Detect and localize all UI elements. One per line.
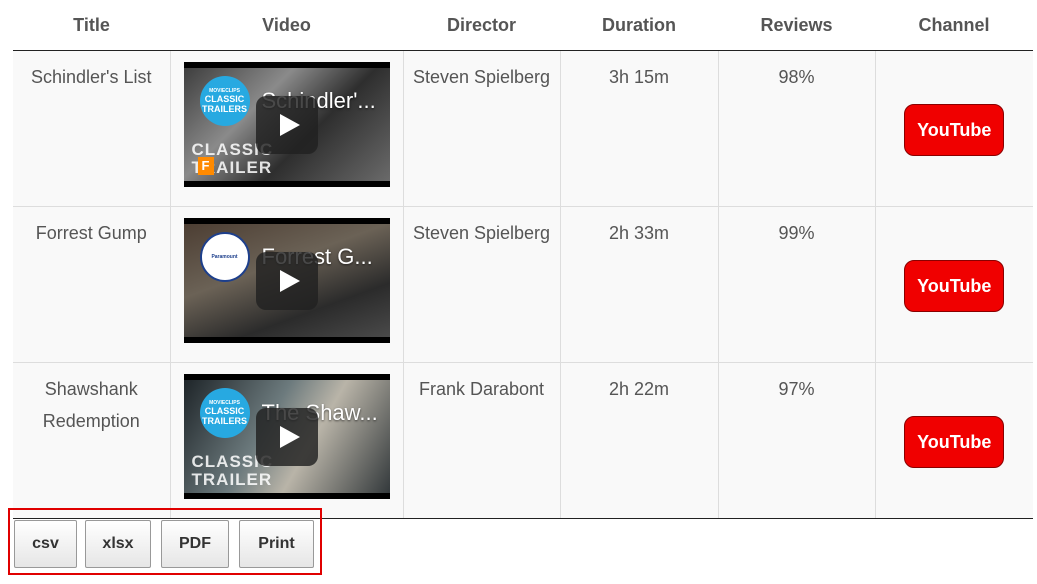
letterbox-top [183,218,390,224]
header-channel[interactable]: Channel [875,0,1033,51]
table-header: Title Video Director Duration Reviews Ch… [13,0,1033,51]
header-title[interactable]: Title [13,0,170,51]
table-body: Schindler's List CLASSIC TRAILER F MOVIE… [13,50,1033,519]
movie-reviews: 98% [718,50,876,207]
channel-badge-text: CLASSIC TRAILERS [202,94,247,114]
channel-cell: YouTube [875,362,1033,519]
channel-cell: YouTube [875,206,1033,363]
pdf-button[interactable]: PDF [161,520,229,568]
movies-table: Title Video Director Duration Reviews Ch… [13,0,1033,519]
video-cell: Paramount Forrest G... [170,206,404,363]
channel-badge-text: CLASSIC TRAILERS [202,406,247,426]
play-icon[interactable] [255,252,318,310]
video-thumbnail[interactable]: CLASSIC TRAILER F MOVIECLIPS CLASSIC TRA… [183,62,390,187]
header-reviews[interactable]: Reviews [718,0,875,51]
letterbox-top [183,374,390,380]
letterbox-top [183,62,390,68]
movie-title: Forrest Gump [13,206,171,363]
export-buttons-group: csv xlsx PDF Print [8,508,322,575]
movie-duration: 2h 22m [560,362,719,519]
channel-badge-text: Paramount [211,254,238,260]
movie-director: Frank Darabont [403,362,561,519]
video-thumbnail[interactable]: Paramount Forrest G... [183,218,390,343]
movie-duration: 2h 33m [560,206,719,363]
movie-reviews: 97% [718,362,876,519]
video-cell: CLASSIC TRAILER F MOVIECLIPS CLASSIC TRA… [170,50,404,207]
csv-button[interactable]: csv [14,520,77,568]
movie-duration: 3h 15m [560,50,719,207]
movie-director: Steven Spielberg [403,206,561,363]
thumbnail-overlay-text-2: TRAILER [191,470,273,489]
channel-cell: YouTube [875,50,1033,207]
header-video[interactable]: Video [170,0,403,51]
youtube-button[interactable]: YouTube [904,259,1005,312]
xlsx-button[interactable]: xlsx [85,520,151,568]
movie-title: Shawshank Redemption [13,362,171,519]
video-thumbnail[interactable]: CLASSIC TRAILER MOVIECLIPS CLASSIC TRAIL… [183,374,390,499]
header-director[interactable]: Director [403,0,560,51]
header-duration[interactable]: Duration [560,0,718,51]
letterbox-bottom [183,337,390,343]
fandango-logo-icon: F [197,157,214,175]
letterbox-bottom [183,181,390,187]
print-button[interactable]: Print [239,520,314,568]
movie-director: Steven Spielberg [403,50,561,207]
channel-logo-icon[interactable]: MOVIECLIPS CLASSIC TRAILERS [199,76,250,126]
channel-logo-icon[interactable]: MOVIECLIPS CLASSIC TRAILERS [199,388,250,438]
letterbox-bottom [183,493,390,499]
play-icon[interactable] [255,96,318,154]
movies-table-container: Title Video Director Duration Reviews Ch… [13,0,1033,519]
channel-logo-icon[interactable]: Paramount [199,232,250,282]
youtube-button[interactable]: YouTube [904,103,1005,156]
table-row: Schindler's List CLASSIC TRAILER F MOVIE… [13,50,1033,207]
video-cell: CLASSIC TRAILER MOVIECLIPS CLASSIC TRAIL… [170,362,404,519]
table-row: Shawshank Redemption CLASSIC TRAILER MOV… [13,362,1033,519]
movie-reviews: 99% [718,206,876,363]
table-row: Forrest Gump Paramount Forrest G... Stev… [13,206,1033,363]
youtube-button[interactable]: YouTube [904,415,1005,468]
play-icon[interactable] [255,408,318,466]
movie-title: Schindler's List [13,50,171,207]
